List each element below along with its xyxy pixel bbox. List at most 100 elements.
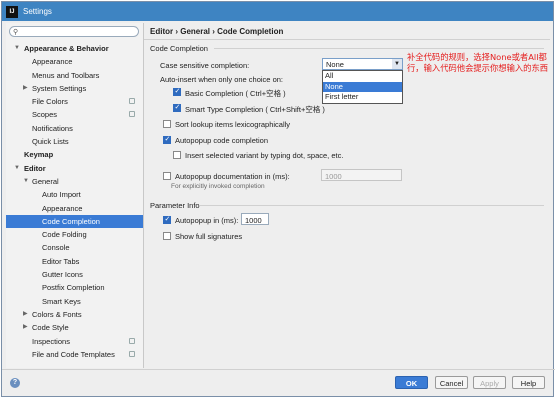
- ok-button[interactable]: OK: [395, 376, 428, 389]
- sidebar-item[interactable]: Console: [6, 241, 143, 254]
- sidebar-item-label: Appearance & Behavior: [24, 44, 109, 53]
- settings-content: Editor › General › Code Completion Code …: [144, 23, 550, 368]
- param-autopopup-checkbox[interactable]: [163, 215, 171, 224]
- basic-completion-label: Basic Completion ( Ctrl+空格 ): [185, 89, 286, 98]
- sidebar-item[interactable]: ▼ General: [6, 175, 143, 188]
- param-autopopup-field[interactable]: 1000: [241, 213, 269, 225]
- sort-lexico-checkbox[interactable]: [163, 120, 171, 128]
- sidebar-item-label: Auto Import: [42, 190, 81, 200]
- sidebar-item-label: Scopes: [32, 110, 58, 120]
- section-divider: [199, 205, 544, 206]
- select-value: None: [326, 60, 344, 69]
- sidebar-item[interactable]: Appearance: [6, 55, 143, 68]
- sidebar-item[interactable]: Code Folding: [6, 228, 143, 241]
- sidebar-item-label: Code Style: [32, 323, 69, 333]
- sidebar-item[interactable]: Notifications: [6, 122, 143, 135]
- chevron-right-icon[interactable]: ▶: [23, 82, 28, 95]
- sidebar-item[interactable]: File Colors: [6, 95, 143, 108]
- project-settings-icon: [129, 350, 135, 357]
- sidebar-item[interactable]: Gutter Icons: [6, 268, 143, 281]
- sidebar-item-label: Postfix Completion: [42, 283, 105, 293]
- sidebar-item-label: File and Code Templates: [32, 349, 115, 359]
- section-parameter-info: Parameter Info: [150, 201, 200, 210]
- project-settings-icon: [129, 337, 135, 344]
- chevron-right-icon[interactable]: ▶: [23, 321, 28, 334]
- help-button[interactable]: Help: [512, 376, 545, 389]
- sidebar-item-label: Appearance: [42, 203, 83, 213]
- sidebar-item[interactable]: File and Code Templates: [6, 348, 143, 361]
- sidebar-item-label: Code Completion: [42, 216, 100, 226]
- sidebar-item-label: Appearance: [32, 57, 73, 67]
- smart-completion-checkbox[interactable]: [173, 103, 181, 112]
- smart-completion-label: Smart Type Completion ( Ctrl+Shift+空格 ): [185, 105, 325, 114]
- sidebar-item-label: General: [32, 176, 59, 186]
- project-settings-icon: [129, 98, 135, 105]
- sidebar-item[interactable]: Appearance: [6, 202, 143, 215]
- sidebar-item-label: Editor Tabs: [42, 256, 80, 266]
- sidebar-item[interactable]: ▼ Appearance & Behavior: [6, 42, 143, 55]
- breadcrumb: Editor › General › Code Completion: [150, 27, 284, 36]
- app-icon: IJ: [6, 5, 18, 18]
- autopopup-doc-field[interactable]: 1000: [321, 169, 402, 181]
- sidebar-item-label: Smart Keys: [42, 296, 81, 306]
- sidebar-item[interactable]: ▼ Editor: [6, 162, 143, 175]
- sidebar-item-label: File Colors: [32, 97, 68, 107]
- sidebar-item[interactable]: Inspections: [6, 335, 143, 348]
- dialog-footer: ? OK Cancel Apply Help: [2, 370, 553, 396]
- project-settings-icon: [129, 111, 135, 118]
- show-full-signatures-label: Show full signatures: [175, 232, 243, 241]
- sidebar-item[interactable]: ▶ Code Style: [6, 321, 143, 334]
- autopopup-doc-checkbox[interactable]: [163, 172, 171, 180]
- dropdown-option-first-letter[interactable]: First letter: [323, 92, 402, 103]
- sidebar-item[interactable]: Keymap: [6, 148, 143, 161]
- section-divider: [214, 48, 544, 49]
- sidebar-item-label: Inspections: [32, 336, 70, 346]
- insert-selected-label: Insert selected variant by typing dot, s…: [185, 151, 344, 160]
- chevron-down-icon[interactable]: ▼: [14, 162, 20, 175]
- sidebar-item[interactable]: ▶ Colors & Fonts: [6, 308, 143, 321]
- sidebar-item[interactable]: Smart Keys: [6, 295, 143, 308]
- autopopup-doc-label: Autopopup documentation in (ms):: [175, 172, 290, 181]
- sidebar-item[interactable]: Code Completion: [6, 214, 143, 229]
- insert-selected-checkbox[interactable]: [173, 151, 181, 159]
- sidebar-item-label: System Settings: [32, 83, 87, 93]
- sidebar-item[interactable]: Menus and Toolbars: [6, 69, 143, 82]
- sidebar-item[interactable]: Scopes: [6, 108, 143, 121]
- chevron-right-icon[interactable]: ▶: [23, 308, 28, 321]
- cancel-button[interactable]: Cancel: [435, 376, 468, 389]
- apply-button[interactable]: Apply: [473, 376, 506, 389]
- autopopup-doc-value: 1000: [325, 171, 342, 181]
- case-sensitive-dropdown: All None First letter: [322, 70, 403, 104]
- basic-completion-checkbox[interactable]: [173, 87, 181, 96]
- autopopup-doc-hint: For explicitly invoked completion: [171, 183, 265, 190]
- show-full-signatures-checkbox[interactable]: [163, 232, 171, 240]
- dropdown-option-all[interactable]: All: [323, 71, 402, 82]
- search-input[interactable]: ⚲: [9, 26, 139, 37]
- sidebar-item[interactable]: Editor Tabs: [6, 255, 143, 268]
- dropdown-option-none[interactable]: None: [323, 81, 402, 93]
- sidebar-item-label: Menus and Toolbars: [32, 70, 100, 80]
- sidebar-item-label: Code Folding: [42, 230, 87, 240]
- chevron-down-icon[interactable]: ▼: [392, 59, 402, 69]
- sidebar-item-label: Keymap: [24, 150, 54, 160]
- sidebar-item[interactable]: Postfix Completion: [6, 281, 143, 294]
- sidebar-item[interactable]: ▶ System Settings: [6, 82, 143, 95]
- title-bar: IJ Settings: [2, 2, 553, 21]
- window-title: Settings: [23, 7, 52, 16]
- chevron-down-icon[interactable]: ▼: [23, 175, 29, 188]
- search-icon: ⚲: [13, 29, 19, 36]
- param-autopopup-label: Autopopup in (ms):: [175, 216, 239, 225]
- autopopup-completion-checkbox[interactable]: [163, 135, 171, 144]
- case-sensitive-select[interactable]: None ▼: [322, 58, 403, 70]
- help-icon[interactable]: ?: [10, 378, 20, 388]
- chevron-down-icon[interactable]: ▼: [14, 42, 20, 55]
- sidebar-item[interactable]: Quick Lists: [6, 135, 143, 148]
- sidebar-item[interactable]: Auto Import: [6, 188, 143, 201]
- annotation-note: 补全代码的规则，选择None或者All都行，输入代码他会提示你想输入的东西: [407, 52, 549, 73]
- param-autopopup-value: 1000: [245, 215, 262, 225]
- sidebar-item-label: Quick Lists: [32, 137, 69, 147]
- sidebar-item-label: Colors & Fonts: [32, 309, 82, 319]
- autopopup-completion-label: Autopopup code completion: [175, 136, 268, 145]
- sidebar-item-label: Console: [42, 243, 70, 253]
- auto-insert-label: Auto-insert when only one choice on:: [160, 75, 283, 84]
